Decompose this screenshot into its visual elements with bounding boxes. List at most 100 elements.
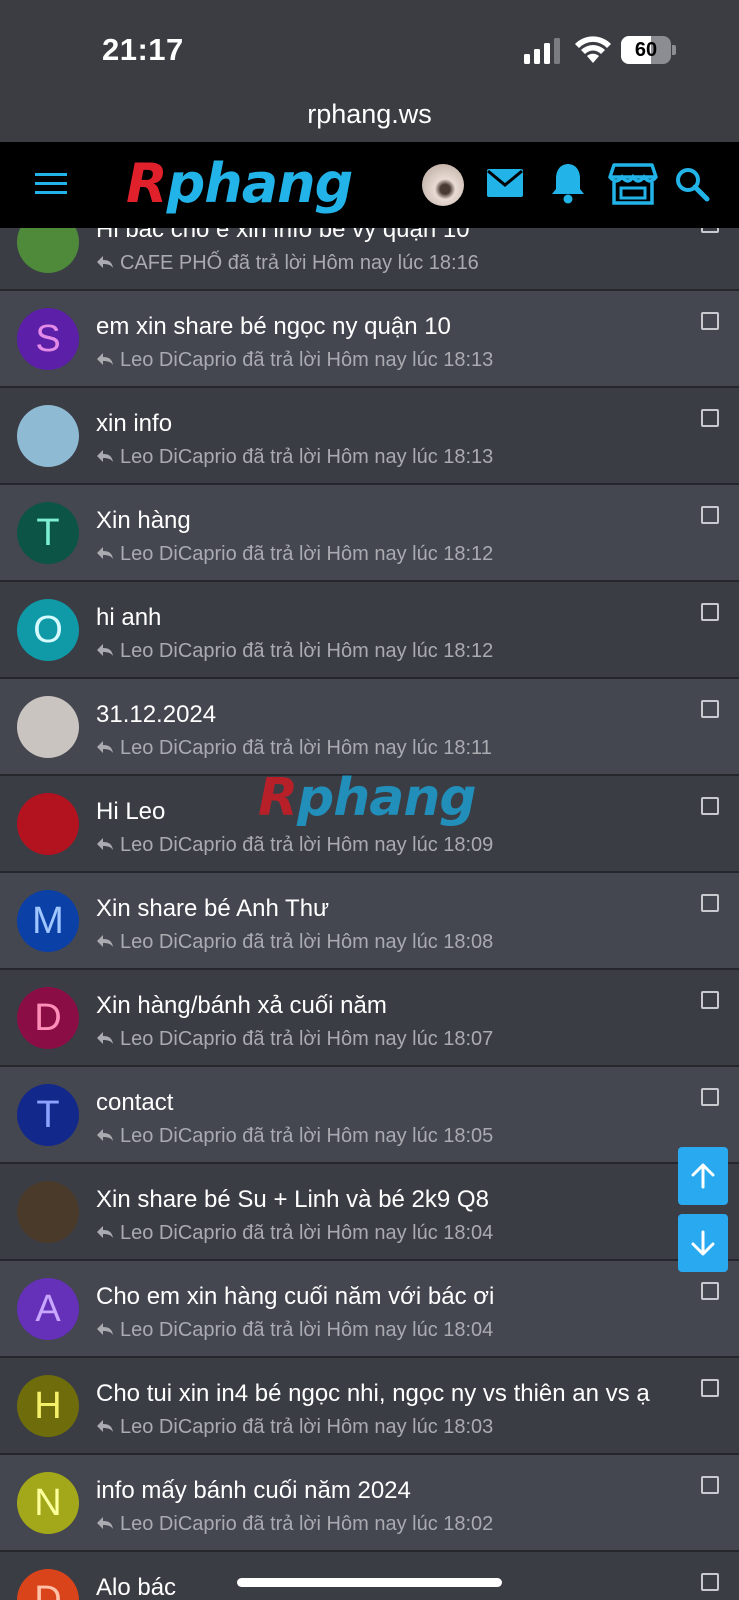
reply-icon (97, 1225, 113, 1238)
meta-text: Leo DiCaprio đã trả lời Hôm nay lúc 18:1… (120, 737, 492, 759)
list-item[interactable]: xin info Leo DiCaprio đã trả lời Hôm nay … (0, 388, 739, 485)
conversation-title[interactable]: contact (96, 1089, 173, 1117)
list-item[interactable]: D Alo bác (0, 1552, 739, 1600)
reply-icon (97, 1322, 113, 1335)
select-checkbox[interactable] (701, 797, 719, 815)
avatar[interactable]: N (17, 1472, 79, 1534)
conversation-title[interactable]: Alo bác (96, 1574, 176, 1600)
avatar[interactable]: D (17, 987, 79, 1049)
arrow-up-icon (691, 1163, 715, 1189)
list-item[interactable]: Xin share bé Su + Linh và bé 2k9 Q8 Leo D… (0, 1164, 739, 1261)
list-item[interactable]: A Cho em xin hàng cuối năm với bác ơi Leo … (0, 1261, 739, 1358)
select-checkbox[interactable] (701, 1476, 719, 1494)
conversation-title[interactable]: Xin hàng/bánh xả cuối năm (96, 992, 387, 1020)
reply-icon (97, 643, 113, 656)
avatar[interactable] (17, 793, 79, 855)
list-item[interactable]: Ninfo mấy bánh cuối năm 2024 Leo DiCaprio… (0, 1455, 739, 1552)
avatar[interactable]: T (17, 1084, 79, 1146)
conversation-title[interactable]: xin info (96, 410, 172, 438)
list-item[interactable]: M Xin share bé Anh Thư Leo DiCaprio đã trả… (0, 873, 739, 970)
meta-text: Leo DiCaprio đã trả lời Hôm nay lúc 18:1… (120, 446, 494, 468)
conversation-meta: Leo DiCaprio đã trả lời Hôm nay lúc 18:1… (96, 737, 492, 760)
battery-label: 60 (634, 39, 658, 61)
avatar[interactable] (422, 164, 464, 206)
conversation-title[interactable]: em xin share bé ngọc ny quận 10 (96, 313, 451, 341)
select-checkbox[interactable] (701, 1573, 719, 1591)
avatar[interactable]: O (17, 599, 79, 661)
list-item[interactable]: H Cho tui xin in4 bé ngọc nhi, ngọc ny vs… (0, 1358, 739, 1455)
conversation-meta: Leo DiCaprio đã trả lời Hôm nay lúc 18:0… (96, 1513, 493, 1536)
select-checkbox[interactable] (701, 409, 719, 427)
avatar[interactable]: A (17, 1278, 79, 1340)
conversation-title[interactable]: Cho em xin hàng cuối năm với bác ơi (96, 1283, 494, 1311)
avatar[interactable]: H (17, 1375, 79, 1437)
select-checkbox[interactable] (701, 506, 719, 524)
url-bar[interactable]: rphang.ws (0, 96, 739, 142)
meta-text: Leo DiCaprio đã trả lời Hôm nay lúc 18:1… (120, 543, 494, 565)
list-item[interactable]: D Xin hàng/bánh xả cuối năm Leo DiCaprio đ… (0, 970, 739, 1067)
select-checkbox[interactable] (701, 603, 719, 621)
watermark-logo: Rphang (258, 768, 477, 828)
list-item[interactable]: 31.12.2024 Leo DiCaprio đã trả lời Hôm na… (0, 679, 739, 776)
url-text: rphang.ws (307, 99, 432, 129)
list-item[interactable]: Tcontact Leo DiCaprio đã trả lời Hôm nay … (0, 1067, 739, 1164)
status-time: 21:17 (102, 32, 184, 67)
select-checkbox[interactable] (701, 1088, 719, 1106)
avatar[interactable]: S (17, 308, 79, 370)
home-indicator[interactable] (237, 1578, 502, 1587)
list-item[interactable]: Ohi anh Leo DiCaprio đã trả lời Hôm nay l… (0, 582, 739, 679)
select-checkbox[interactable] (701, 894, 719, 912)
select-checkbox[interactable] (701, 991, 719, 1009)
menu-icon[interactable] (34, 169, 68, 199)
conversation-meta: Leo DiCaprio đã trả lời Hôm nay lúc 18:0… (96, 1222, 493, 1245)
conversation-title[interactable]: Xin hàng (96, 507, 191, 535)
reply-icon (97, 449, 113, 462)
avatar[interactable]: T (17, 502, 79, 564)
bell-icon[interactable] (550, 162, 586, 204)
search-icon[interactable] (674, 166, 710, 202)
conversation-meta: Leo DiCaprio đã trả lời Hôm nay lúc 18:0… (96, 931, 493, 954)
list-item[interactable]: T Xin hàng Leo DiCaprio đã trả lời Hôm nay… (0, 485, 739, 582)
logo-text: phang (166, 152, 354, 215)
conversation-meta: Leo DiCaprio đã trả lời Hôm nay lúc 18:0… (96, 1319, 493, 1342)
conversation-title[interactable]: info mấy bánh cuối năm 2024 (96, 1477, 411, 1505)
conversation-title[interactable]: Cho tui xin in4 bé ngọc nhi, ngọc ny vs … (96, 1380, 650, 1408)
conversation-title[interactable]: hi anh (96, 604, 161, 632)
conversation-title[interactable]: 31.12.2024 (96, 701, 216, 729)
mail-icon[interactable] (486, 166, 524, 200)
meta-text: Leo DiCaprio đã trả lời Hôm nay lúc 18:1… (120, 349, 494, 371)
reply-icon (97, 837, 113, 850)
select-checkbox[interactable] (701, 312, 719, 330)
conversation-meta: Leo DiCaprio đã trả lời Hôm nay lúc 18:0… (96, 834, 493, 857)
select-checkbox[interactable] (701, 1379, 719, 1397)
site-logo[interactable]: Rphang (126, 152, 354, 215)
avatar[interactable]: M (17, 890, 79, 952)
meta-text: CAFE PHỐ đã trả lời Hôm nay lúc 18:16 (120, 252, 479, 274)
select-checkbox[interactable] (701, 700, 719, 718)
conversation-title[interactable]: Xin share bé Su + Linh và bé 2k9 Q8 (96, 1186, 489, 1214)
list-item[interactable]: Sem xin share bé ngọc ny quận 10 Leo DiCa… (0, 291, 739, 388)
meta-text: Leo DiCaprio đã trả lời Hôm nay lúc 18:0… (120, 1028, 494, 1050)
logo-letter: R (126, 152, 168, 215)
conversation-list: Hi bác cho e xin info bé vy quận 10 CAFE … (0, 194, 739, 1600)
arrow-down-icon (691, 1230, 715, 1256)
conversation-title[interactable]: Xin share bé Anh Thư (96, 895, 329, 923)
conversation-title[interactable]: Hi Leo (96, 798, 165, 826)
reply-icon (97, 1128, 113, 1141)
meta-text: Leo DiCaprio đã trả lời Hôm nay lúc 18:1… (120, 640, 494, 662)
meta-text: Leo DiCaprio đã trả lời Hôm nay lúc 18:0… (120, 1319, 494, 1341)
reply-icon (97, 1516, 113, 1529)
select-checkbox[interactable] (701, 1282, 719, 1300)
avatar[interactable] (17, 1181, 79, 1243)
avatar[interactable] (17, 405, 79, 467)
meta-text: Leo DiCaprio đã trả lời Hôm nay lúc 18:0… (120, 834, 494, 856)
scroll-to-top-button[interactable] (678, 1147, 728, 1205)
store-icon[interactable] (608, 162, 658, 206)
avatar[interactable]: D (17, 1569, 79, 1600)
reply-icon (97, 352, 113, 365)
scroll-to-bottom-button[interactable] (678, 1214, 728, 1272)
conversation-meta: Leo DiCaprio đã trả lời Hôm nay lúc 18:0… (96, 1125, 493, 1148)
reply-icon (97, 1419, 113, 1432)
avatar[interactable] (17, 696, 79, 758)
cellular-signal-icon (524, 38, 560, 64)
